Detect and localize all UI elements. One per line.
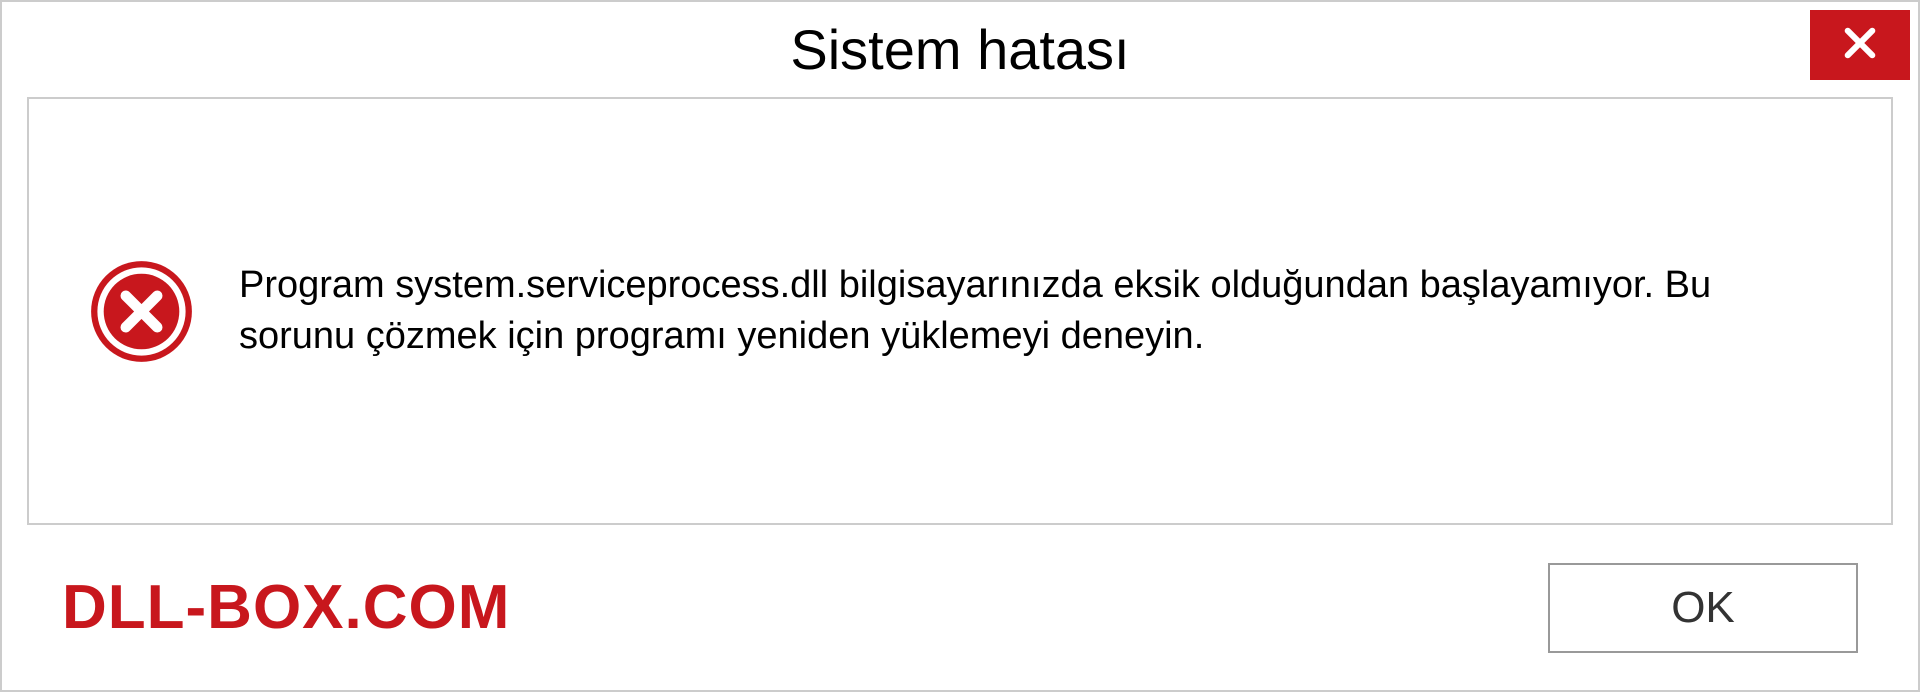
close-icon bbox=[1839, 22, 1881, 69]
title-bar: Sistem hatası bbox=[2, 2, 1918, 97]
error-dialog: Sistem hatası Program system.serviceproc… bbox=[0, 0, 1920, 692]
dialog-title: Sistem hatası bbox=[790, 17, 1129, 82]
error-icon bbox=[89, 259, 194, 364]
watermark-text: DLL-BOX.COM bbox=[62, 572, 510, 643]
close-button[interactable] bbox=[1810, 10, 1910, 80]
content-area: Program system.serviceprocess.dll bilgis… bbox=[27, 97, 1893, 525]
footer-area: DLL-BOX.COM OK bbox=[2, 525, 1918, 690]
error-message: Program system.serviceprocess.dll bilgis… bbox=[239, 260, 1831, 363]
ok-button[interactable]: OK bbox=[1548, 563, 1858, 653]
